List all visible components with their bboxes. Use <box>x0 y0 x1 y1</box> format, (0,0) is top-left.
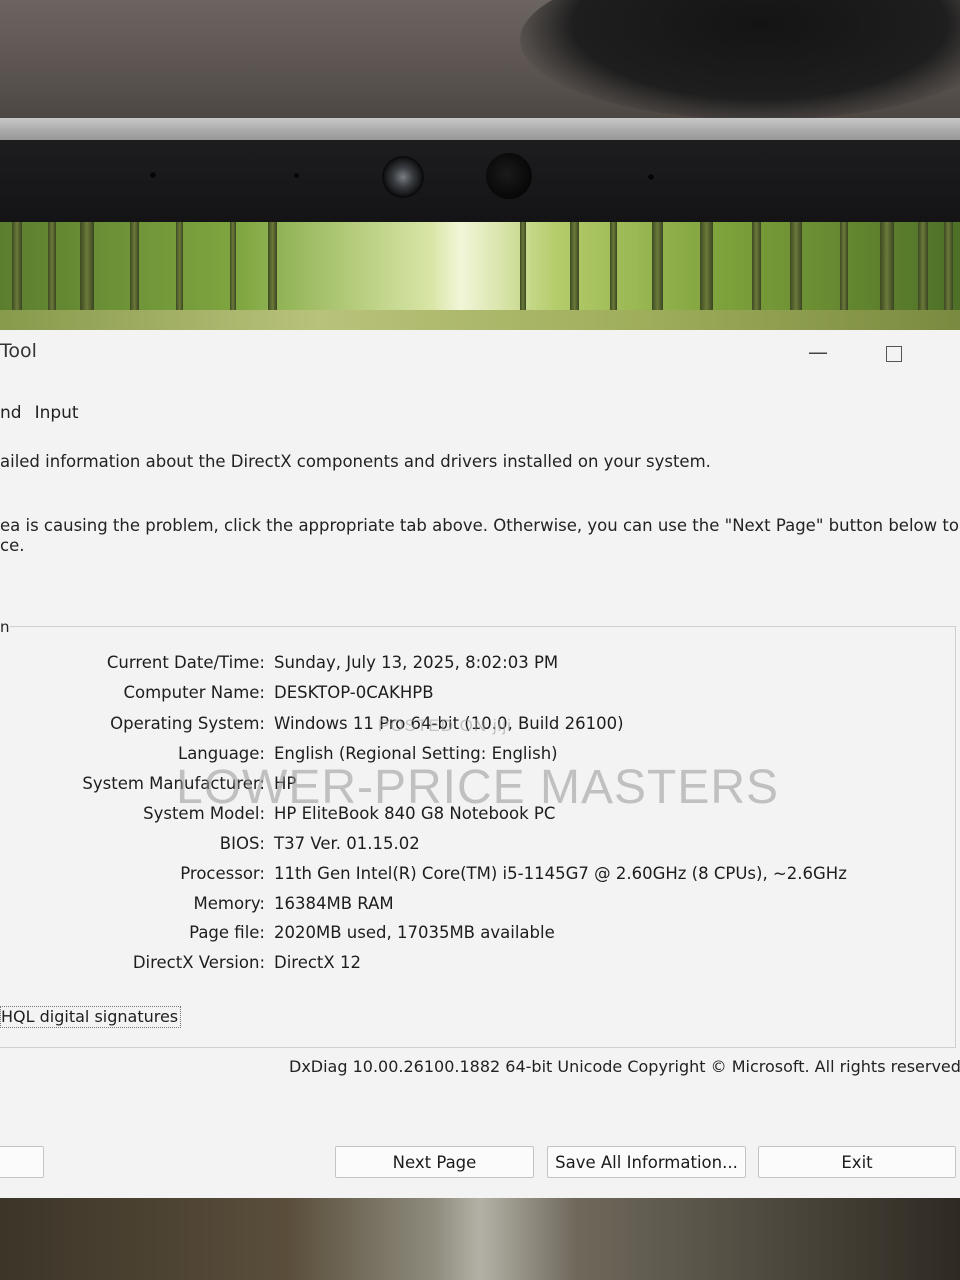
info-label: Computer Name: <box>123 683 265 702</box>
next-page-button[interactable]: Next Page <box>335 1146 534 1178</box>
webcam-icon <box>384 158 422 196</box>
info-row-bios: BIOS: T37 Ver. 01.15.02 <box>0 834 955 860</box>
info-value: 11th Gen Intel(R) Core(TM) i5-1145G7 @ 2… <box>274 864 847 883</box>
save-all-information-button[interactable]: Save All Information... <box>547 1146 746 1178</box>
group-label: n <box>0 618 10 636</box>
minimize-icon[interactable]: — <box>808 340 828 364</box>
maximize-icon[interactable] <box>886 346 902 362</box>
posted-on-watermark: POSTED ON jiji <box>378 716 512 735</box>
info-value: DESKTOP-0CAKHPB <box>274 683 434 702</box>
dxdiag-version-copyright: DxDiag 10.00.26100.1882 64-bit Unicode C… <box>289 1057 960 1076</box>
info-label: Current Date/Time: <box>106 653 265 672</box>
seller-watermark: LOWER-PRICE MASTERS <box>176 761 780 814</box>
tab-input[interactable]: Input <box>35 403 79 423</box>
info-value: Sunday, July 13, 2025, 8:02:03 PM <box>274 653 559 672</box>
bezel-mic-dot <box>150 172 156 178</box>
desk-surface <box>0 1198 960 1280</box>
exit-button[interactable]: Exit <box>758 1146 956 1178</box>
desktop-wallpaper <box>0 222 960 332</box>
whql-checkbox[interactable]: HQL digital signatures <box>0 1006 182 1028</box>
description-line: ea is causing the problem, click the app… <box>0 516 960 535</box>
ir-sensor-icon <box>486 153 532 199</box>
info-label: Processor: <box>180 864 265 883</box>
info-row-memory: Memory: 16384MB RAM <box>0 894 955 920</box>
info-value: DirectX 12 <box>274 953 361 972</box>
window-title: Tool <box>0 340 37 362</box>
info-value: 2020MB used, 17035MB available <box>274 923 555 942</box>
info-value: T37 Ver. 01.15.02 <box>274 834 420 853</box>
info-label: Page file: <box>189 923 265 942</box>
info-label: Operating System: <box>110 714 265 733</box>
tab-strip: nd Input <box>0 403 79 423</box>
tab-sound[interactable]: nd <box>0 403 22 423</box>
info-row-processor: Processor: 11th Gen Intel(R) Core(TM) i5… <box>0 864 955 890</box>
info-label: Memory: <box>193 894 265 913</box>
info-row-computer-name: Computer Name: DESKTOP-0CAKHPB <box>0 683 955 709</box>
help-button[interactable] <box>0 1146 44 1178</box>
info-label: DirectX Version: <box>132 953 265 972</box>
info-row-directx-version: DirectX Version: DirectX 12 <box>0 953 955 979</box>
bezel-mic-dot <box>648 174 654 180</box>
description-line: ailed information about the DirectX comp… <box>0 452 711 471</box>
info-row-page-file: Page file: 2020MB used, 17035MB availabl… <box>0 923 955 949</box>
info-row-date-time: Current Date/Time: Sunday, July 13, 2025… <box>0 653 955 679</box>
info-value: 16384MB RAM <box>274 894 394 913</box>
system-information-group: n Current Date/Time: Sunday, July 13, 20… <box>0 618 956 1048</box>
info-label: BIOS: <box>219 834 265 853</box>
laptop-bezel <box>0 140 960 222</box>
bezel-sensor-dot <box>294 173 299 178</box>
description-line: ce. <box>0 536 25 555</box>
